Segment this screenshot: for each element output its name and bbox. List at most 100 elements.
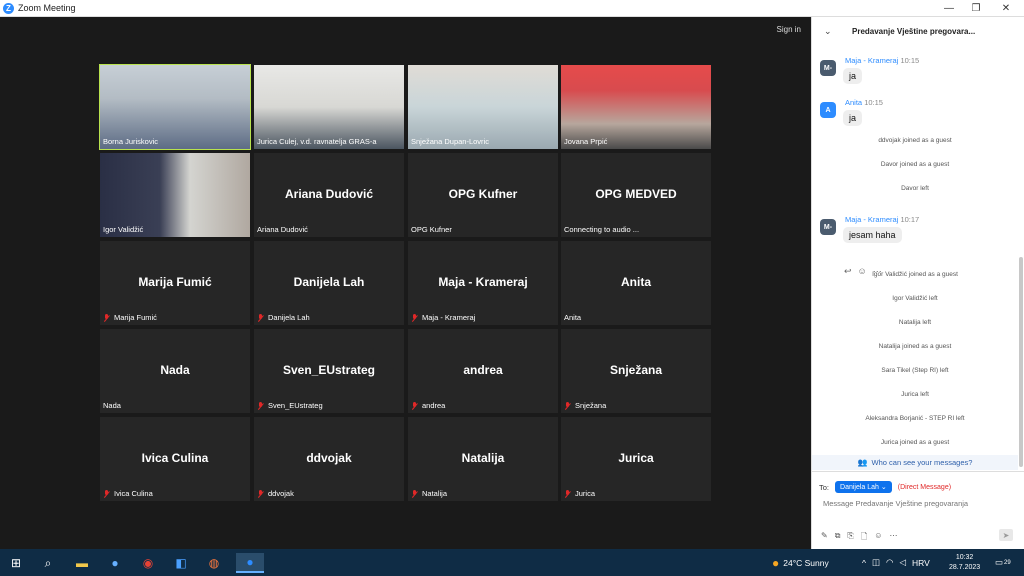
participant-tile[interactable]: OPG Kufner OPG Kufner <box>408 153 558 237</box>
clock[interactable]: 10:32 28.7.2023 <box>949 549 980 576</box>
screenshot-icon[interactable]: ⧉ <box>835 531 841 545</box>
participant-name-label: ddvojak <box>257 489 294 498</box>
participant-tile[interactable]: Borna Juriskovic <box>99 64 251 150</box>
participant-name: ddvojak <box>268 489 294 498</box>
notification-count: 29 <box>1004 559 1011 566</box>
avatar[interactable]: M- <box>820 219 836 235</box>
participant-tile[interactable]: Jovana Prpić <box>561 65 711 149</box>
avatar[interactable]: A <box>820 102 836 118</box>
emoji-icon[interactable]: ☺ <box>874 531 882 545</box>
sun-icon: ● <box>772 555 780 570</box>
participant-tile[interactable]: Natalija Natalija <box>408 417 558 501</box>
code-icon[interactable]: ⎘ <box>847 531 853 545</box>
participant-tile[interactable]: Jurica Culej, v.d. ravnatelja GRAS-a <box>254 65 404 149</box>
participant-tile[interactable]: OPG MEDVED Connecting to audio ... <box>561 153 711 237</box>
tray-chevron-icon[interactable]: ^ <box>862 558 866 568</box>
notification-icon: ▭ <box>995 557 1004 567</box>
participant-tile[interactable]: Snježana Dupan-Lovric <box>408 65 558 149</box>
restore-button[interactable]: ❐ <box>961 0 991 17</box>
chat-panel: ⌄ Predavanje Vještine pregovara... M- Maj… <box>811 17 1024 549</box>
participant-tile[interactable]: ddvojak ddvojak <box>254 417 404 501</box>
zoom-logo-icon: Z <box>3 2 14 14</box>
zoom-taskbar-icon[interactable]: ● <box>236 553 264 573</box>
clock-time: 10:32 <box>955 553 974 561</box>
reply-icon[interactable]: ↩ <box>844 266 852 277</box>
direct-message-label: (Direct Message) <box>897 483 952 491</box>
outlook-icon[interactable]: ◧ <box>171 553 191 573</box>
participant-name: Marija Fumić <box>114 313 157 322</box>
message-input[interactable] <box>823 499 1013 508</box>
participant-tile[interactable]: Anita Anita <box>561 241 711 325</box>
avatar[interactable]: M- <box>820 60 836 76</box>
participant-display-name: Ariana Dudović <box>284 187 374 201</box>
participant-tile[interactable]: Snježana Snježana <box>561 329 711 413</box>
who-can-see-link[interactable]: 👥 Who can see your messages? <box>812 455 1018 470</box>
file-icon[interactable]: 🗋 <box>861 531 867 545</box>
weather-widget[interactable]: ● 24°C Sunny <box>772 549 829 576</box>
participant-name: Ivica Culina <box>114 489 153 498</box>
participant-tile[interactable]: Jurica Jurica <box>561 417 711 501</box>
collapse-chevron-icon[interactable]: ⌄ <box>824 26 844 37</box>
system-message: Davor left <box>901 185 929 192</box>
message-actions: ↩ ☺ ⋯ <box>844 266 882 277</box>
participant-name: andrea <box>422 401 446 410</box>
participant-display-name: Marija Fumić <box>138 275 212 289</box>
participant-name-label: Jovana Prpić <box>564 137 607 146</box>
muted-mic-icon <box>411 401 418 410</box>
participant-name-label: Natalija <box>411 489 447 498</box>
participant-tile[interactable]: Ivica Culina Ivica Culina <box>100 417 250 501</box>
participant-name-label: Connecting to audio ... <box>564 225 639 234</box>
wifi-icon[interactable]: ◠ <box>886 557 893 568</box>
more-icon[interactable]: ⋯ <box>873 266 882 277</box>
network-icon[interactable]: ◫ <box>872 557 880 568</box>
participant-tile[interactable]: Marija Fumić Marija Fumić <box>100 241 250 325</box>
participant-name: Jovana Prpić <box>564 137 608 146</box>
meeting-view: Sign in Borna Juriskovic Jurica Culej, v.… <box>0 17 811 549</box>
search-icon[interactable]: ⌕ <box>38 553 58 573</box>
muted-mic-icon <box>411 489 418 498</box>
system-message: Natalija joined as a guest <box>878 343 952 350</box>
chrome-icon[interactable]: ◉ <box>138 553 158 573</box>
participant-tile[interactable]: Sven_EUstrateg Sven_EUstrateg <box>254 329 404 413</box>
participant-name: Snježana <box>575 401 607 410</box>
sign-in-link[interactable]: Sign in <box>777 25 801 34</box>
minimize-button[interactable]: — <box>934 0 964 17</box>
participant-tile[interactable]: Nada Nada <box>100 329 250 413</box>
firefox-icon[interactable]: ◍ <box>204 553 224 573</box>
participant-name: Sven_EUstrateg <box>268 401 323 410</box>
emoji-reaction-icon[interactable]: ☺ <box>858 266 867 277</box>
recipient-dropdown[interactable]: Danijela Lah ⌄ <box>835 481 892 493</box>
participant-display-name: OPG Kufner <box>448 187 518 201</box>
volume-icon[interactable]: ◁ <box>899 557 906 568</box>
participant-tile[interactable]: Ariana Dudović Ariana Dudović <box>254 153 404 237</box>
format-icon[interactable]: ✎ <box>821 531 828 545</box>
close-button[interactable]: ✕ <box>991 0 1021 17</box>
participant-name: OPG Kufner <box>411 225 452 234</box>
message-bubble[interactable]: jesam haha <box>843 227 902 243</box>
notification-button[interactable]: ▭ 29 <box>995 549 1011 576</box>
participant-tile[interactable]: andrea andrea <box>408 329 558 413</box>
participant-name-label: Nada <box>103 401 121 410</box>
window-titlebar: Z Zoom Meeting <box>0 0 1024 17</box>
more-tools-icon[interactable]: ⋯ <box>889 531 897 545</box>
message-time: 10:15 <box>864 98 883 107</box>
window-title: Zoom Meeting <box>18 3 76 13</box>
participant-display-name: Nada <box>160 363 190 377</box>
message-sender: Maja - Krameraj 10:17 <box>845 215 920 224</box>
participant-name: Anita <box>564 313 582 322</box>
participant-name: Ariana Dudović <box>257 225 308 234</box>
participant-name: Igor Validžić <box>103 225 144 234</box>
file-explorer-icon[interactable]: ▬ <box>72 553 92 573</box>
windows-start-icon[interactable]: ⊞ <box>6 553 26 573</box>
participant-name: Jurica <box>575 489 596 498</box>
send-button[interactable]: ➤ <box>999 529 1013 541</box>
edge-icon[interactable]: ● <box>105 553 125 573</box>
message-bubble[interactable]: ja <box>843 68 863 84</box>
chat-scrollbar[interactable] <box>1019 257 1023 467</box>
participant-tile[interactable]: Igor Validžić <box>100 153 250 237</box>
participant-display-name: Jurica <box>618 451 654 465</box>
language-indicator[interactable]: HRV <box>912 558 930 568</box>
participant-tile[interactable]: Maja - Krameraj Maja - Krameraj <box>408 241 558 325</box>
message-bubble[interactable]: ja <box>843 110 863 126</box>
participant-tile[interactable]: Danijela Lah Danijela Lah <box>254 241 404 325</box>
